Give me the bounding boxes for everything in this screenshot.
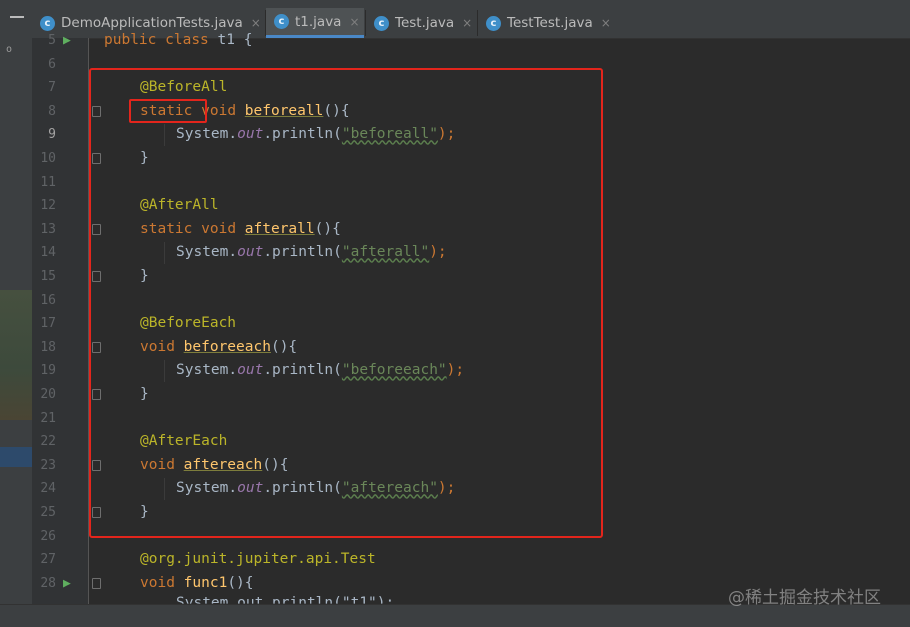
left-tool-strip: o [0, 0, 32, 626]
line-number: 26 [40, 528, 56, 544]
line-number: 27 [40, 552, 56, 568]
java-class-icon: c [374, 15, 389, 31]
line-number: 18 [40, 339, 56, 355]
line-number: 19 [40, 363, 56, 379]
code-line-28[interactable]: void func1(){ [140, 572, 254, 596]
line-number: 11 [40, 174, 56, 190]
highlight-box-lifecycle-methods [89, 68, 603, 538]
line-number: 25 [40, 505, 56, 520]
line-number: 6 [48, 56, 56, 72]
line-number: 12 [40, 198, 56, 214]
panel-edge-glyph: o [6, 44, 13, 55]
line-number: 24 [40, 481, 56, 497]
keyword: public [104, 32, 157, 48]
project-selected-row-edge[interactable] [0, 447, 32, 467]
fold-marker-icon[interactable] [92, 578, 101, 589]
line-number: 15 [40, 269, 56, 284]
hide-panel-icon[interactable] [10, 16, 24, 18]
line-number-current: 9 [48, 127, 56, 143]
line-number: 17 [40, 316, 56, 332]
watermark: @稀土掘金技术社区 [728, 588, 881, 608]
method-name: func1 [183, 574, 228, 591]
highlight-box-static-keyword [129, 99, 207, 123]
line-number: 20 [40, 387, 56, 402]
line-number: 13 [40, 221, 56, 237]
tab-t1[interactable]: c t1.java × [266, 8, 364, 38]
tab-label: TestTest.java [507, 15, 593, 31]
annotation: @org.junit.jupiter.api.Test [140, 551, 376, 568]
line-number: 8 [48, 103, 56, 119]
line-number: 23 [40, 457, 56, 473]
punct: (){ [227, 574, 254, 591]
tab-label: Test.java [395, 15, 455, 31]
tab-label: t1.java [295, 13, 342, 30]
project-panel-edge [0, 290, 32, 420]
tab-test[interactable]: c Test.java × [366, 8, 476, 38]
line-number: 22 [40, 434, 56, 450]
close-icon[interactable]: × [349, 15, 359, 29]
run-icon[interactable]: ▶ [63, 577, 77, 591]
run-icon[interactable]: ▶ [63, 34, 77, 48]
line-number: 16 [40, 292, 56, 308]
line-number: 28 [40, 575, 56, 591]
brace: { [243, 32, 253, 48]
code-line-27[interactable]: @org.junit.jupiter.api.Test [140, 548, 376, 572]
line-number: 21 [40, 410, 56, 426]
java-class-icon: c [274, 14, 289, 29]
line-number: 7 [48, 80, 56, 96]
close-icon[interactable]: × [251, 16, 261, 30]
java-class-icon: c [486, 15, 501, 31]
class-name: t1 [217, 32, 235, 48]
close-icon[interactable]: × [462, 16, 472, 30]
line-number: 10 [40, 151, 56, 166]
keyword: class [165, 32, 209, 48]
close-icon[interactable]: × [601, 16, 611, 30]
line-number: 5 [48, 33, 56, 48]
line-number: 14 [40, 245, 56, 261]
keyword: void [140, 574, 175, 591]
tab-testtest[interactable]: c TestTest.java × [478, 8, 618, 38]
code-line-5[interactable]: public class t1 { [104, 29, 252, 53]
